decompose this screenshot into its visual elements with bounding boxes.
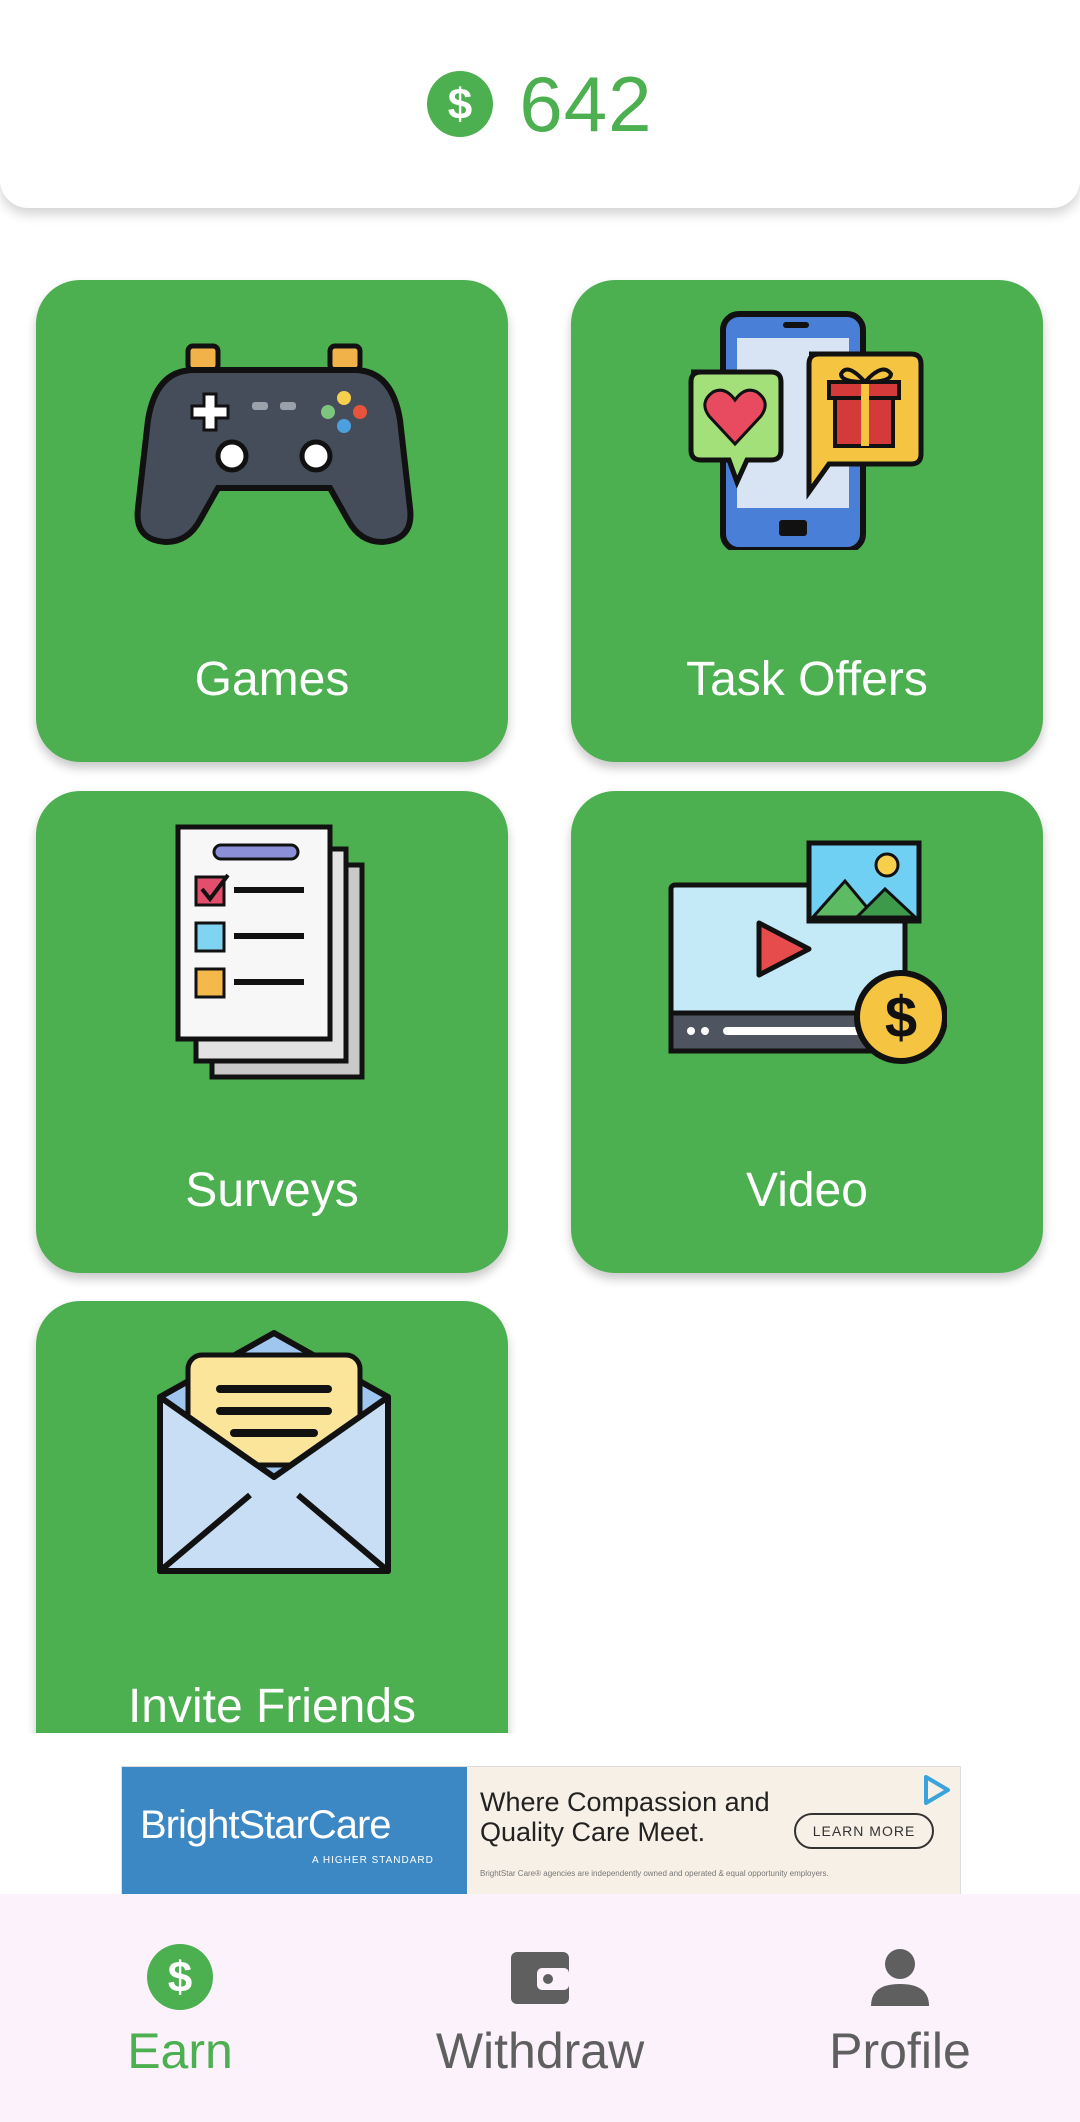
- ad-tagline: A HIGHER STANDARD: [312, 1855, 434, 1866]
- task-offers-tile[interactable]: Task Offers: [571, 280, 1043, 762]
- tile-label: Games: [194, 653, 350, 706]
- tile-label: Invite Friends: [127, 1680, 417, 1733]
- ad-disclaimer: BrightStar Care® agencies are independen…: [480, 1869, 829, 1878]
- envelope-invite-icon: [157, 1330, 391, 1574]
- ad-brand: BrightStarCare: [140, 1803, 392, 1847]
- phone-gift-icon: [688, 311, 924, 550]
- nav-earn[interactable]: $ Earn: [0, 1894, 360, 2122]
- games-tile[interactable]: Games: [36, 280, 508, 762]
- svg-text:$: $: [885, 985, 917, 1050]
- ad-learn-more-button[interactable]: LEARN MORE: [794, 1813, 934, 1849]
- nav-label: Earn: [127, 2023, 233, 2079]
- ad-banner[interactable]: BrightStarCare A HIGHER STANDARD Where C…: [121, 1766, 961, 1896]
- wallet-icon: [511, 1952, 569, 2004]
- balance-header: $ 642: [0, 0, 1080, 208]
- person-icon: [871, 1949, 929, 2006]
- ad-choices-icon[interactable]: [918, 1773, 952, 1807]
- bottom-nav: $ Earn Withdraw Profile: [0, 1894, 1080, 2122]
- balance-value: 642: [519, 59, 653, 148]
- tile-label: Surveys: [185, 1164, 359, 1217]
- ad-headline: Where Compassion and Quality Care Meet.: [480, 1787, 770, 1847]
- nav-profile[interactable]: Profile: [720, 1894, 1080, 2122]
- video-earn-icon: $: [668, 840, 947, 1064]
- dollar-coin-icon: $: [427, 71, 494, 137]
- gamepad-icon: [134, 343, 414, 546]
- nav-withdraw[interactable]: Withdraw: [360, 1894, 720, 2122]
- svg-text:$: $: [168, 1953, 192, 2002]
- dollar-coin-icon: $: [147, 1944, 213, 2010]
- scroll-clip: Invite Friends: [0, 1285, 1080, 1733]
- invite-friends-tile[interactable]: Invite Friends: [36, 1301, 508, 1733]
- ad-brand-panel: BrightStarCare A HIGHER STANDARD: [122, 1767, 467, 1895]
- nav-label: Withdraw: [435, 2023, 645, 2079]
- survey-checklist-icon: [175, 824, 365, 1080]
- surveys-tile[interactable]: Surveys: [36, 791, 508, 1273]
- tile-label: Task Offers: [686, 653, 928, 706]
- svg-text:$: $: [448, 80, 472, 129]
- tile-label: Video: [746, 1164, 868, 1217]
- nav-label: Profile: [829, 2023, 971, 2079]
- video-tile[interactable]: $ Video: [571, 791, 1043, 1273]
